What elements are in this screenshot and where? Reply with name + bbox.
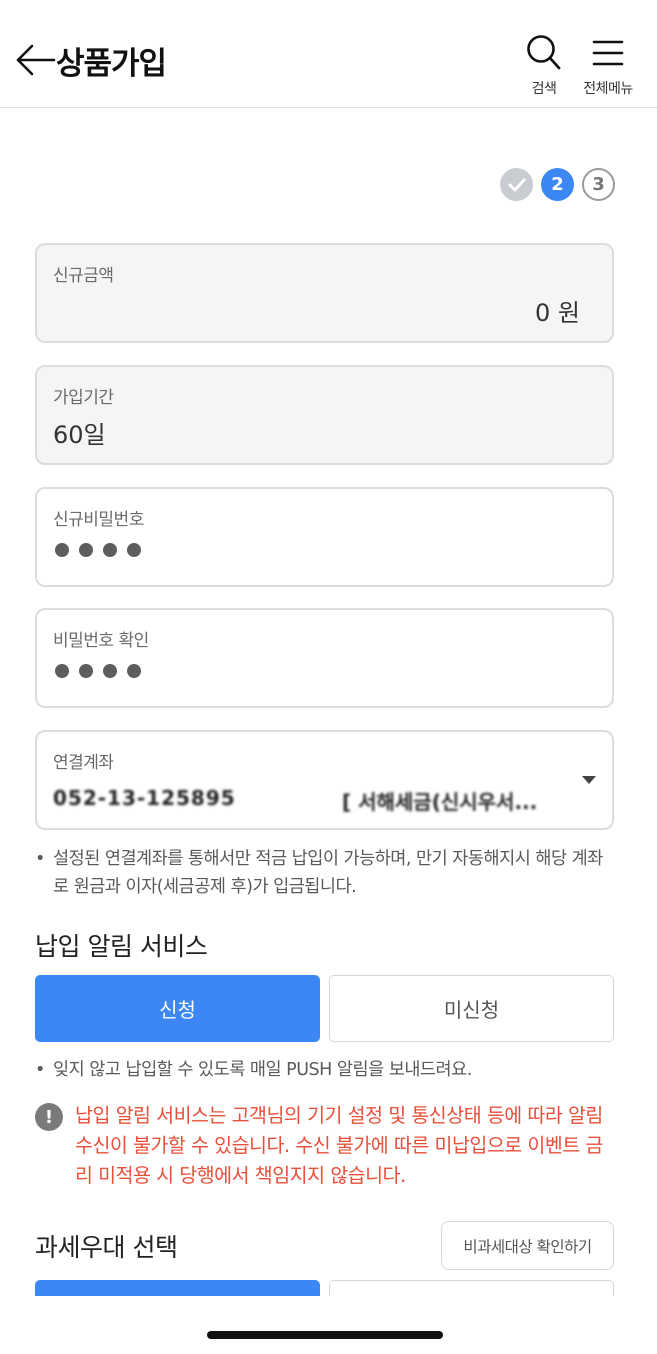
period-label: 가입기간	[53, 388, 114, 408]
page-title: 상품가입	[56, 46, 167, 82]
step-1-done	[500, 168, 533, 201]
step-2-active: 2	[541, 168, 574, 201]
arrow-left-icon	[16, 44, 56, 76]
amount-label: 신규금액	[53, 266, 114, 286]
period-value: 60일	[53, 421, 106, 449]
exclamation-icon: !	[35, 1103, 63, 1131]
tax-option-selected-button[interactable]	[35, 1280, 320, 1296]
password-confirm-field[interactable]: 비밀번호 확인	[35, 608, 614, 708]
password-confirm-label: 비밀번호 확인	[53, 631, 149, 651]
app-header: 상품가입 검색 전체메뉴	[0, 0, 657, 108]
dropdown-arrow-icon	[582, 776, 596, 784]
menu-label: 전체메뉴	[583, 81, 633, 97]
search-button[interactable]: 검색	[509, 34, 579, 104]
linked-account-note-text: 설정된 연결계좌를 통해서만 적금 납입이 가능하며, 만기 자동해지시 해당 …	[53, 849, 603, 897]
payment-alert-title: 납입 알림 서비스	[35, 932, 208, 961]
hamburger-menu-icon	[592, 40, 624, 66]
bullet-icon: •	[35, 1060, 45, 1080]
not-apply-button[interactable]: 미신청	[329, 975, 614, 1042]
linked-account-label: 연결계좌	[53, 753, 114, 773]
linked-account-note: • 설정된 연결계좌를 통해서만 적금 납입이 가능하며, 만기 자동해지시 해…	[35, 845, 615, 901]
period-field[interactable]: 가입기간 60일	[35, 365, 614, 465]
back-button[interactable]	[14, 40, 58, 80]
push-note-text: 잊지 않고 납입할 수 있도록 매일 PUSH 알림을 보내드려요.	[53, 1060, 472, 1080]
apply-button[interactable]: 신청	[35, 975, 320, 1042]
home-indicator[interactable]	[207, 1331, 443, 1339]
linked-account-number: 052-13-125895	[53, 786, 236, 810]
step-3-todo: 3	[582, 168, 615, 201]
push-note: • 잊지 않고 납입할 수 있도록 매일 PUSH 알림을 보내드려요.	[35, 1056, 615, 1084]
step-indicator: 2 3	[500, 168, 615, 202]
linked-account-name: [ 서해세금(신시우서...	[342, 790, 538, 814]
menu-button[interactable]: 전체메뉴	[573, 34, 643, 104]
password-label: 신규비밀번호	[53, 510, 144, 530]
warning-text: 납입 알림 서비스는 고객님의 기기 설정 및 통신상태 등에 따라 알림 수신…	[75, 1104, 603, 1187]
linked-account-select[interactable]: 연결계좌 052-13-125895 [ 서해세금(신시우서...	[35, 730, 614, 830]
search-label: 검색	[531, 81, 557, 97]
bottom-safe-area	[0, 1296, 657, 1354]
amount-field[interactable]: 신규금액 0 원	[35, 243, 614, 343]
password-field[interactable]: 신규비밀번호	[35, 487, 614, 587]
tax-section-title: 과세우대 선택	[35, 1233, 178, 1262]
checkmark-icon	[508, 178, 525, 191]
amount-value: 0 원	[535, 299, 580, 327]
password-mask	[55, 543, 141, 557]
tax-exempt-check-button[interactable]: 비과세대상 확인하기	[441, 1221, 614, 1270]
tax-option-button[interactable]	[329, 1280, 614, 1296]
search-icon	[527, 35, 561, 70]
bullet-icon: •	[35, 849, 45, 869]
password-confirm-mask	[55, 664, 141, 678]
